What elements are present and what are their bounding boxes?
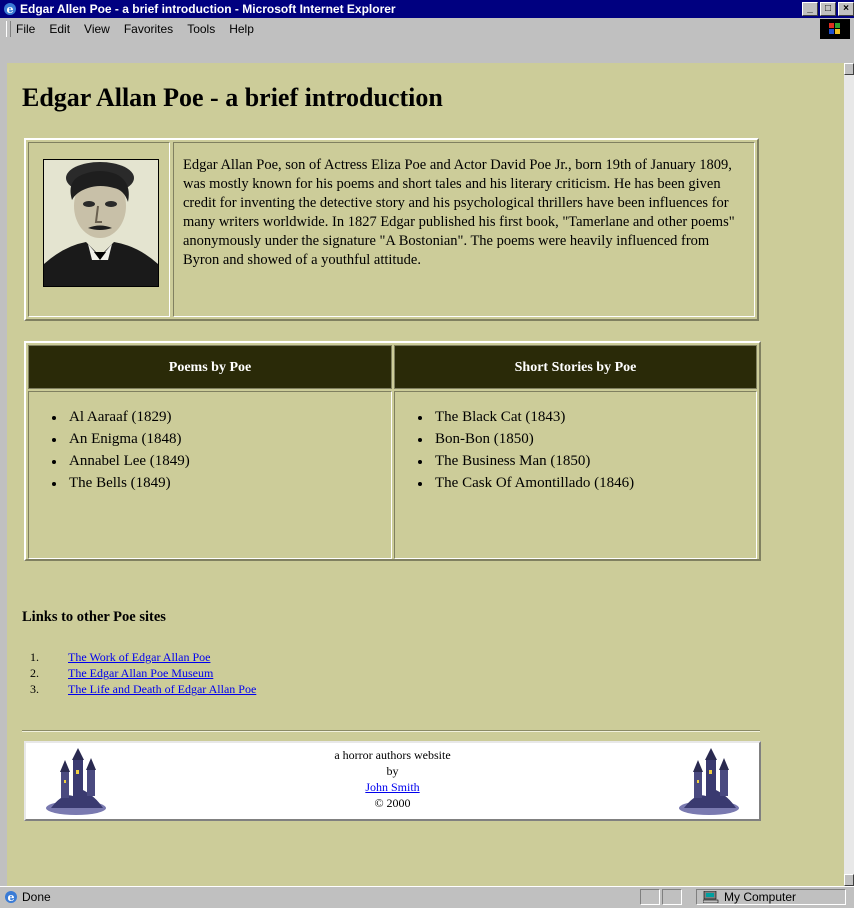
menu-tools[interactable]: Tools xyxy=(187,22,215,36)
internet-explorer-icon: e xyxy=(4,3,16,16)
portrait-cell xyxy=(28,142,170,317)
page-status-icon: e xyxy=(5,891,17,904)
poems-column: Poems by Poe Al Aaraaf (1829) An Enigma … xyxy=(28,345,392,559)
footer-tagline: a horror authors website xyxy=(334,748,451,762)
link-work-of-poe[interactable]: The Work of Edgar Allan Poe xyxy=(68,650,210,664)
status-panel xyxy=(662,889,682,905)
works-table: Poems by Poe Al Aaraaf (1829) An Enigma … xyxy=(24,341,761,561)
list-item: The Black Cat (1843) xyxy=(417,406,634,428)
list-item: 2. The Edgar Allan Poe Museum xyxy=(22,665,256,681)
menu-favorites[interactable]: Favorites xyxy=(124,22,173,36)
list-number: 2. xyxy=(30,666,39,680)
toolbar-grip[interactable] xyxy=(6,21,11,37)
title-bar: e Edgar Allen Poe - a brief introduction… xyxy=(0,0,854,18)
stories-heading: Short Stories by Poe xyxy=(394,345,757,389)
intro-table: Edgar Allan Poe, son of Actress Eliza Po… xyxy=(24,138,759,321)
menu-help[interactable]: Help xyxy=(229,22,254,36)
stories-cell: The Black Cat (1843) Bon-Bon (1850) The … xyxy=(394,391,757,559)
windows-logo-icon xyxy=(820,19,850,39)
page-title: Edgar Allan Poe - a brief introduction xyxy=(22,83,443,112)
maximize-button[interactable]: □ xyxy=(820,2,836,16)
bio-text: Edgar Allan Poe, son of Actress Eliza Po… xyxy=(183,157,735,268)
scroll-up-button[interactable] xyxy=(844,63,854,75)
links-heading: Links to other Poe sites xyxy=(22,609,166,625)
footer-text: a horror authors website by John Smith ©… xyxy=(26,747,759,811)
author-link[interactable]: John Smith xyxy=(365,780,419,794)
list-item: The Business Man (1850) xyxy=(417,450,634,472)
zone-text: My Computer xyxy=(724,890,797,904)
footer-box: a horror authors website by John Smith ©… xyxy=(24,741,761,821)
vertical-scrollbar[interactable] xyxy=(844,63,854,886)
menu-view[interactable]: View xyxy=(84,22,110,36)
menu-file[interactable]: File xyxy=(16,22,35,36)
status-panel xyxy=(640,889,660,905)
status-bar: e Done My Computer xyxy=(0,886,854,908)
list-number: 1. xyxy=(30,650,39,664)
list-item: An Enigma (1848) xyxy=(52,428,190,450)
links-list: 1. The Work of Edgar Allan Poe 2. The Edga… xyxy=(22,649,256,697)
horizontal-rule xyxy=(22,730,760,732)
copyright: © 2000 xyxy=(374,796,411,810)
link-poe-museum[interactable]: The Edgar Allan Poe Museum xyxy=(68,666,213,680)
browser-frame-left xyxy=(0,40,7,886)
minimize-button[interactable]: _ xyxy=(802,2,818,16)
list-number: 3. xyxy=(30,682,39,696)
close-button[interactable]: × xyxy=(838,2,854,16)
my-computer-icon xyxy=(703,891,719,903)
list-item: 1. The Work of Edgar Allan Poe xyxy=(22,649,256,665)
list-item: The Bells (1849) xyxy=(52,472,190,494)
footer-by: by xyxy=(386,764,399,778)
window-title: Edgar Allen Poe - a brief introduction -… xyxy=(20,2,396,16)
svg-text:e: e xyxy=(8,891,15,904)
poems-heading: Poems by Poe xyxy=(28,345,392,389)
scroll-down-button[interactable] xyxy=(844,874,854,886)
poems-list: Al Aaraaf (1829) An Enigma (1848) Annabe… xyxy=(52,406,190,494)
page-viewport: Edgar Allan Poe - a brief introduction E… xyxy=(7,63,844,886)
link-life-and-death[interactable]: The Life and Death of Edgar Allan Poe xyxy=(68,682,256,696)
list-item: Bon-Bon (1850) xyxy=(417,428,634,450)
poems-cell: Al Aaraaf (1829) An Enigma (1848) Annabe… xyxy=(28,391,392,559)
stories-column: Short Stories by Poe The Black Cat (1843… xyxy=(394,345,757,559)
castle-icon xyxy=(679,748,739,815)
status-text: Done xyxy=(22,890,51,904)
list-item: Al Aaraaf (1829) xyxy=(52,406,190,428)
stories-list: The Black Cat (1843) Bon-Bon (1850) The … xyxy=(417,406,634,494)
list-item: Annabel Lee (1849) xyxy=(52,450,190,472)
browser-frame-top xyxy=(0,40,854,63)
poe-portrait-image xyxy=(43,159,159,287)
menu-edit[interactable]: Edit xyxy=(49,22,70,36)
svg-text:e: e xyxy=(7,3,14,16)
list-item: 3. The Life and Death of Edgar Allan Poe xyxy=(22,681,256,697)
menu-bar: File Edit View Favorites Tools Help xyxy=(0,18,854,41)
bio-cell: Edgar Allan Poe, son of Actress Eliza Po… xyxy=(173,142,755,317)
list-item: The Cask Of Amontillado (1846) xyxy=(417,472,634,494)
